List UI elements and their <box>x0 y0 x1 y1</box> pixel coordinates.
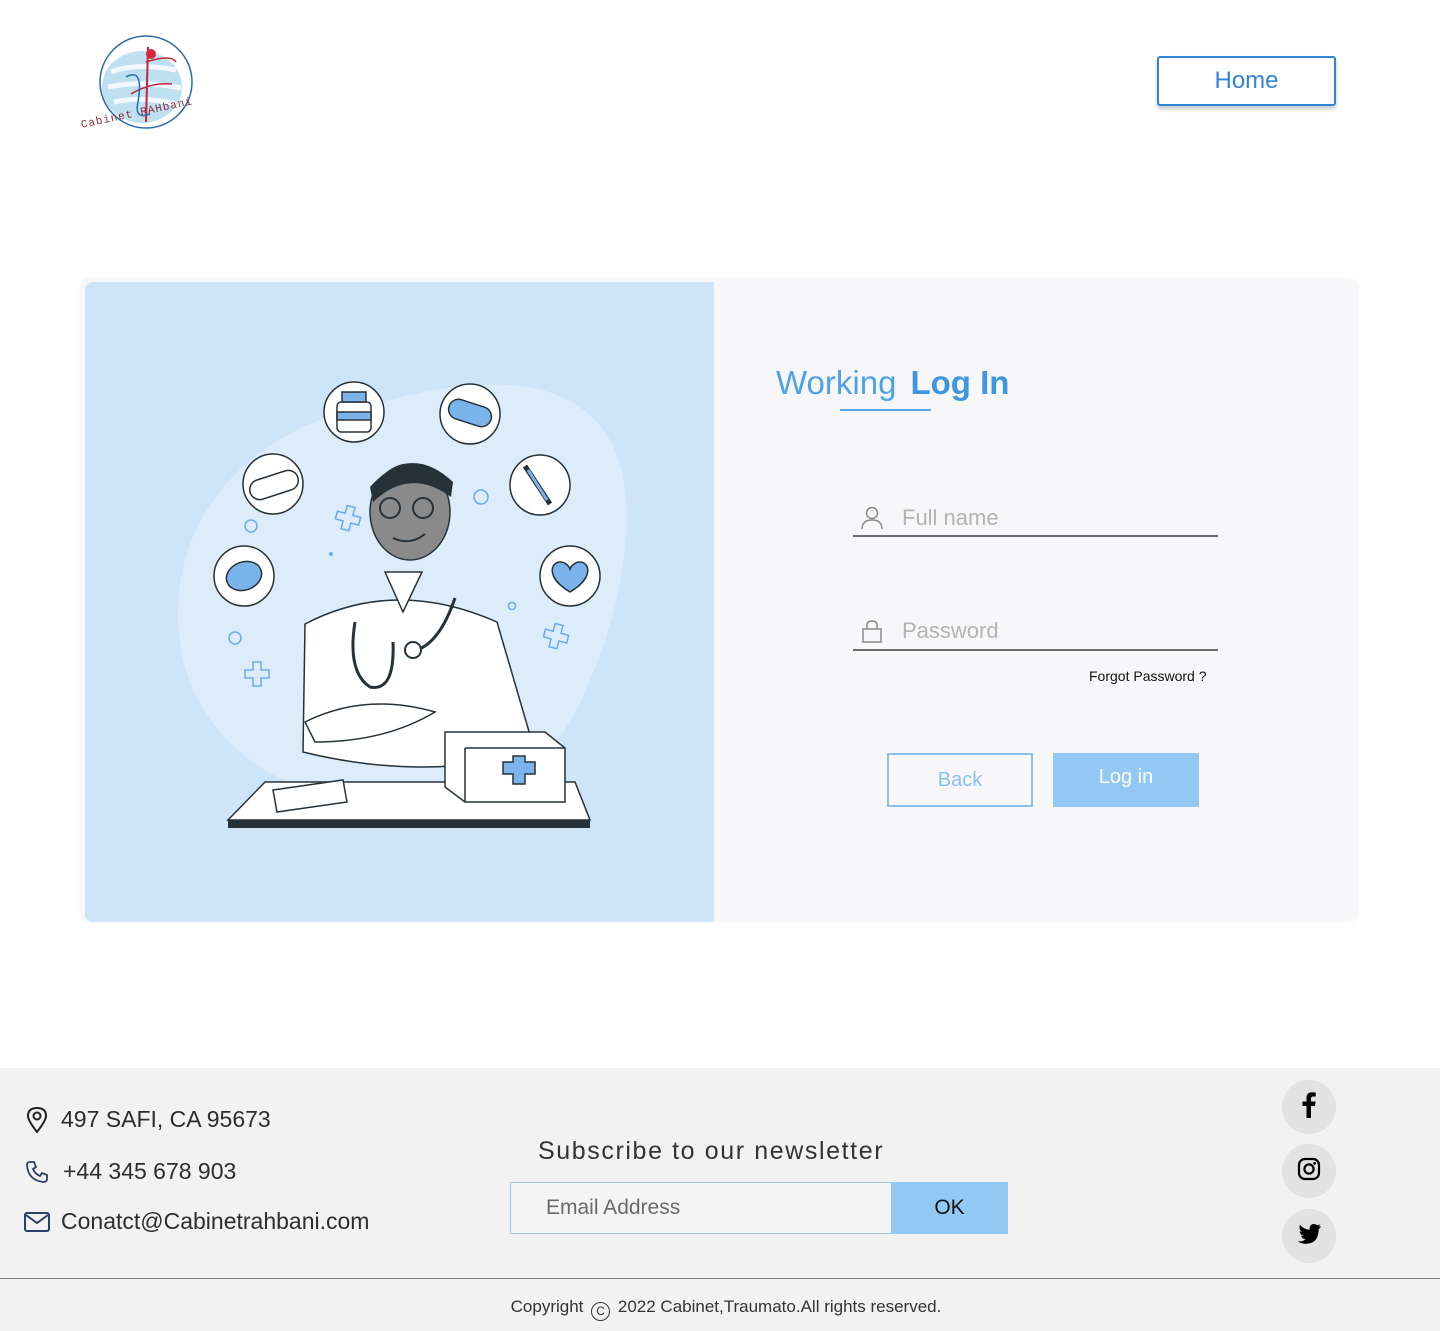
footer-phone: +44 345 678 903 <box>22 1158 236 1185</box>
email-text[interactable]: Conatct@Cabinetrahbani.com <box>61 1208 369 1235</box>
fullname-input[interactable] <box>902 500 1202 535</box>
copyright-suffix: 2022 Cabinet,Traumato.All rights reserve… <box>617 1297 942 1316</box>
footer-address: 497 SAFI, CA 95673 <box>22 1106 271 1133</box>
newsletter-email-input[interactable] <box>510 1182 891 1234</box>
lock-icon <box>853 619 891 643</box>
login-title: Working Log In <box>776 364 1009 402</box>
instagram-link[interactable] <box>1282 1144 1336 1198</box>
footer: 497 SAFI, CA 95673 +44 345 678 903 Conat… <box>0 1068 1440 1331</box>
login-button[interactable]: Log in <box>1053 753 1199 807</box>
password-input[interactable] <box>902 613 1202 648</box>
login-title-working: Working <box>776 364 897 401</box>
newsletter-ok-button[interactable]: OK <box>891 1182 1008 1234</box>
footer-divider <box>0 1278 1440 1279</box>
user-icon <box>853 506 891 530</box>
footer-email: Conatct@Cabinetrahbani.com <box>22 1208 369 1235</box>
title-underline <box>840 409 931 411</box>
home-button[interactable]: Home <box>1157 56 1336 106</box>
copyright-prefix: Copyright <box>510 1297 584 1316</box>
twitter-link[interactable] <box>1282 1209 1336 1263</box>
copyright: Copyright C 2022 Cabinet,Traumato.All ri… <box>0 1297 1440 1321</box>
brand-logo[interactable]: Cabinet RAHbani <box>76 32 216 152</box>
password-field <box>853 612 1218 651</box>
facebook-icon <box>1302 1091 1316 1123</box>
fullname-field <box>853 500 1218 537</box>
newsletter-title: Subscribe to our newsletter <box>538 1137 885 1165</box>
forgot-password-link[interactable]: Forgot Password ? <box>1089 668 1207 684</box>
login-title-login: Log In <box>910 364 1010 401</box>
phone-text: +44 345 678 903 <box>63 1158 237 1184</box>
copyright-icon: C <box>591 1301 611 1321</box>
address-text: 497 SAFI, CA 95673 <box>61 1106 271 1132</box>
doctor-illustration <box>85 282 714 922</box>
facebook-link[interactable] <box>1282 1080 1336 1134</box>
instagram-icon <box>1297 1157 1321 1186</box>
newsletter-form: OK <box>510 1182 1008 1234</box>
phone-icon <box>22 1160 52 1184</box>
login-card: Working Log In Forgot Password ? Back Log… <box>80 278 1358 922</box>
mail-icon <box>22 1211 52 1232</box>
twitter-icon <box>1296 1223 1322 1250</box>
location-pin-icon <box>22 1106 52 1133</box>
back-button[interactable]: Back <box>887 753 1033 807</box>
